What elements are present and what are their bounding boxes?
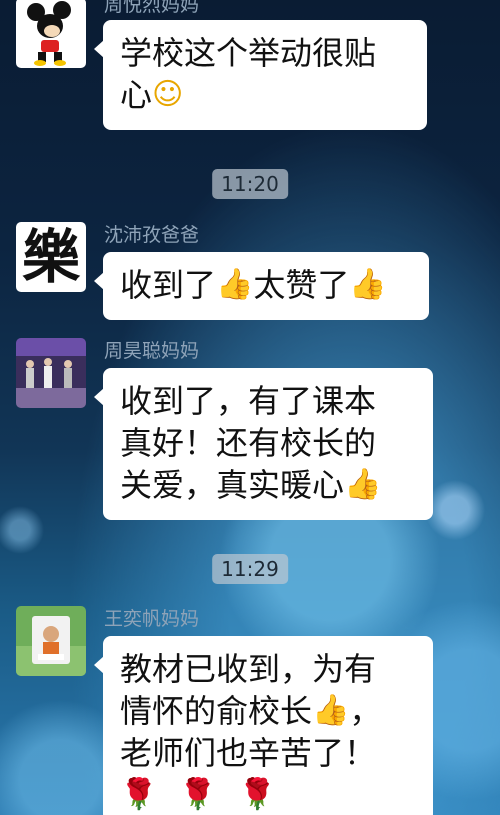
message-text: 关爱，真实暖心: [120, 466, 345, 504]
message-bubble[interactable]: 学校这个举动很贴 心☺: [94, 20, 427, 130]
message-line: 收到了，有了课本: [120, 382, 377, 420]
rose-emoji-icon: 🌹: [238, 777, 299, 812]
sender-name: 周昊聪妈妈: [104, 340, 200, 362]
message-bubble[interactable]: 收到了，有了课本 真好！还有校长的 关爱，真实暖心👍: [94, 368, 433, 520]
message-line: 教材已收到，为有: [120, 650, 377, 688]
dance-photo-icon: [16, 338, 86, 408]
message-text: 情怀的俞校长: [120, 692, 313, 730]
message-text: ，: [349, 692, 382, 730]
rose-emoji-icon: 🌹: [120, 777, 180, 812]
message-bubble[interactable]: 收到了👍太赞了👍: [94, 252, 429, 320]
thumbs-up-emoji-icon: 👍: [344, 467, 382, 502]
rose-emoji-row: 🌹🌹🌹: [120, 774, 415, 815]
thumbs-up-emoji-icon: 👍: [216, 267, 254, 302]
timestamp: 11:20: [212, 169, 288, 199]
message-text: 太赞了: [253, 266, 350, 304]
yue-character-icon: 樂: [21, 223, 80, 291]
message-line: 收到了👍太赞了👍: [120, 264, 411, 306]
avatar[interactable]: [16, 606, 86, 676]
avatar[interactable]: [16, 338, 86, 408]
message-text: 收到了: [120, 266, 217, 304]
sender-name: 周悦烈妈妈: [104, 0, 200, 16]
avatar[interactable]: [16, 0, 86, 68]
message-line: 真好！还有校长的: [120, 424, 377, 462]
chat-view: 周悦烈妈妈 学校这个举动很贴 心☺ 11:20 樂 沈沛孜爸爸 收到了👍太赞了👍: [0, 0, 500, 815]
thumbs-up-emoji-icon: 👍: [349, 267, 387, 302]
message-line: 学校这个举动很贴: [120, 34, 377, 72]
message-line: 老师们也辛苦了！: [120, 734, 377, 772]
message-line: 关爱，真实暖心👍: [120, 464, 415, 506]
sender-name: 沈沛孜爸爸: [104, 224, 200, 246]
message-line: 情怀的俞校长👍，: [120, 690, 415, 732]
rose-emoji-icon: 🌹: [179, 777, 239, 812]
smiling-face-emoji-icon: ☺: [152, 77, 184, 112]
message-line-2: 心☺: [120, 74, 409, 116]
thumbs-up-emoji-icon: 👍: [312, 693, 350, 728]
avatar[interactable]: 樂: [16, 222, 86, 292]
message-text: 心: [120, 76, 153, 114]
sender-name: 王奕帆妈妈: [104, 608, 200, 630]
timestamp: 11:29: [212, 554, 288, 584]
child-photo-icon: [16, 606, 86, 676]
mickey-mouse-icon: [16, 0, 86, 68]
message-bubble[interactable]: 教材已收到，为有 情怀的俞校长👍， 老师们也辛苦了！ 🌹🌹🌹: [94, 636, 433, 815]
